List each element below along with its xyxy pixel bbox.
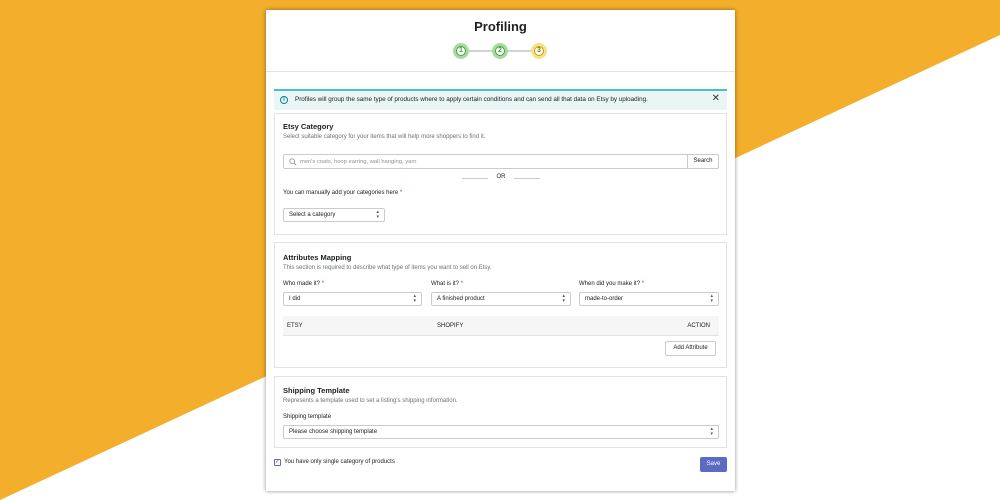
select-arrows-icon: ▴ ▾ <box>710 426 713 437</box>
column-action: ACTION <box>687 323 710 329</box>
save-button[interactable]: Save <box>700 457 727 472</box>
shipping-subtitle: Represents a template used to set a list… <box>283 398 458 404</box>
shipping-template-select[interactable]: Please choose shipping template ▴ ▾ <box>283 425 719 439</box>
or-line-right <box>514 178 540 179</box>
column-shopify: SHOPIFY <box>437 323 464 329</box>
when-made-label: When did you make it? * <box>579 281 644 287</box>
etsy-category-subtitle: Select suitable category for your items … <box>283 134 486 140</box>
what-is-it-value: A finished product <box>437 296 485 302</box>
step-1-label: 1 <box>456 46 466 56</box>
what-is-it-label: What is it? * <box>431 281 463 287</box>
attributes-mapping-card: Attributes Mapping This section is requi… <box>274 242 727 368</box>
main-content: i Profiles will group the same type of p… <box>274 89 727 448</box>
add-attribute-button[interactable]: Add Attribute <box>665 341 716 356</box>
attributes-title: Attributes Mapping <box>283 253 352 262</box>
step-2-label: 2 <box>495 46 505 56</box>
step-connector <box>508 50 532 52</box>
category-search: Search <box>283 154 719 169</box>
shipping-field-label: Shipping template <box>283 414 332 420</box>
info-banner: i Profiles will group the same type of p… <box>274 89 727 110</box>
category-search-input[interactable] <box>300 156 680 167</box>
who-made-label-text: Who made it? <box>283 281 321 287</box>
required-mark: * <box>460 281 464 287</box>
what-is-it-label-text: What is it? <box>431 281 460 287</box>
close-icon[interactable]: ✕ <box>712 93 720 104</box>
shipping-template-card: Shipping Template Represents a template … <box>274 376 727 448</box>
attribute-table-header: ETSY SHOPIFY ACTION <box>283 316 719 336</box>
page-title: Profiling <box>474 19 527 34</box>
stepper: 1 2 3 <box>453 43 548 59</box>
who-made-select[interactable]: I did ▴ ▾ <box>283 292 422 306</box>
select-arrows-icon: ▴ ▾ <box>710 293 713 304</box>
column-etsy: ETSY <box>287 323 303 329</box>
single-category-checkbox[interactable]: ✓ <box>274 459 281 466</box>
when-made-label-text: When did you make it? <box>579 281 641 287</box>
step-1[interactable]: 1 <box>453 43 469 59</box>
required-mark: * <box>641 281 645 287</box>
step-3-label: 3 <box>534 46 544 56</box>
or-text: OR <box>496 174 506 180</box>
step-2[interactable]: 2 <box>492 43 508 59</box>
select-arrows-icon: ▴ ▾ <box>376 209 379 220</box>
profiling-panel: Profiling 1 2 3 i Profiles will group th… <box>266 10 735 491</box>
attributes-subtitle: This section is required to describe wha… <box>283 265 492 271</box>
etsy-category-card: Etsy Category Select suitable category f… <box>274 113 727 235</box>
info-icon: i <box>280 96 288 104</box>
or-divider: OR <box>462 174 540 182</box>
when-made-select[interactable]: made-to-order ▴ ▾ <box>579 292 719 306</box>
search-icon <box>289 158 297 166</box>
when-made-value: made-to-order <box>585 296 624 302</box>
etsy-category-title: Etsy Category <box>283 122 334 131</box>
category-select[interactable]: Select a category ▴ ▾ <box>283 208 385 222</box>
manual-category-label-text: You can manually add your categories her… <box>283 190 399 196</box>
what-is-it-select[interactable]: A finished product ▴ ▾ <box>431 292 571 306</box>
single-category-label: You have only single category of product… <box>284 459 395 465</box>
select-arrows-icon: ▴ ▾ <box>562 293 565 304</box>
category-select-value: Select a category <box>289 212 336 218</box>
panel-header: Profiling 1 2 3 <box>266 10 735 72</box>
step-3[interactable]: 3 <box>531 43 547 59</box>
search-button[interactable]: Search <box>687 154 719 169</box>
shipping-title: Shipping Template <box>283 386 350 395</box>
required-mark: * <box>321 281 325 287</box>
who-made-value: I did <box>289 296 301 302</box>
manual-category-label: You can manually add your categories her… <box>283 190 402 196</box>
select-arrows-icon: ▴ ▾ <box>413 293 416 304</box>
shipping-select-value: Please choose shipping template <box>289 429 378 435</box>
banner-message: Profiles will group the same type of pro… <box>295 96 648 103</box>
step-connector <box>469 50 493 52</box>
required-mark: * <box>399 190 403 196</box>
who-made-label: Who made it? * <box>283 281 324 287</box>
